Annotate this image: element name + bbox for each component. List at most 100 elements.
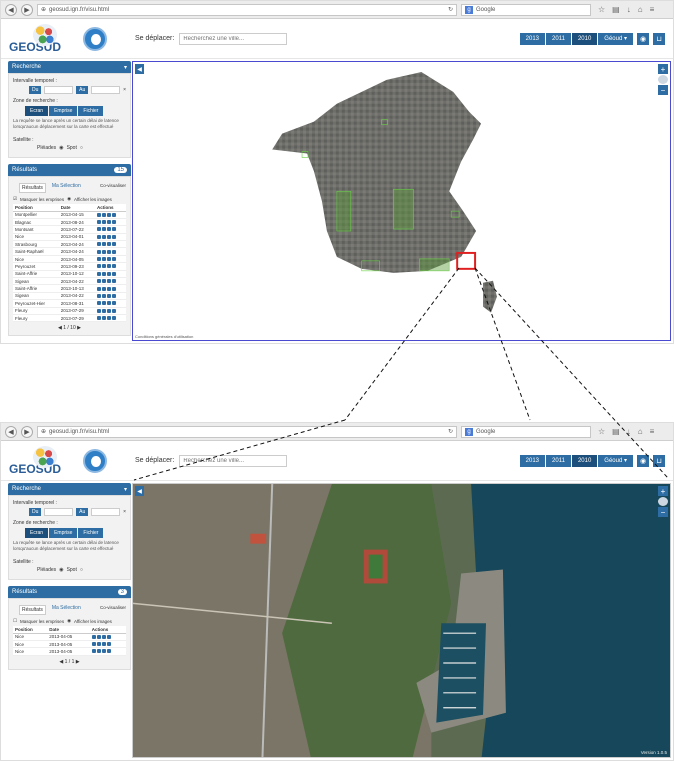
eye-icon[interactable] — [102, 286, 107, 291]
add-icon[interactable] — [112, 301, 117, 306]
info-icon[interactable] — [97, 286, 102, 291]
info-icon[interactable] — [97, 234, 102, 239]
eye-icon[interactable] — [102, 301, 107, 306]
city-search-input[interactable] — [179, 454, 288, 467]
info-icon[interactable] — [91, 649, 96, 654]
star-icon[interactable]: ☆ — [598, 427, 605, 436]
eye-icon[interactable] — [96, 649, 101, 654]
info-icon[interactable] — [97, 227, 102, 232]
search-panel-header[interactable]: Recherche ▾ — [8, 483, 131, 495]
table-row[interactable]: Saint-Affrie 2013-10-13 — [13, 284, 126, 293]
year-2013-button[interactable]: 2013 — [519, 32, 546, 45]
clipboard-icon[interactable]: ▤ — [612, 5, 620, 14]
download-icon[interactable] — [107, 257, 112, 262]
zone-emprise-button[interactable]: Emprise — [49, 106, 78, 116]
table-row[interactable]: Blagnac 2013-08-24 — [13, 218, 126, 227]
zone-emprise-button[interactable]: Emprise — [49, 528, 78, 538]
chevron-down-icon[interactable]: ▾ — [124, 64, 127, 71]
eye-icon[interactable] — [102, 220, 107, 225]
eye-icon[interactable] — [102, 212, 107, 217]
table-row[interactable]: Saint-Raphaël 2013-04-24 — [13, 247, 126, 256]
info-icon[interactable] — [97, 264, 102, 269]
table-row[interactable]: Strasbourg 2013-04-24 — [13, 240, 126, 249]
zoom-in-button[interactable]: + — [658, 64, 668, 74]
prev-page-icon[interactable]: ◀ — [58, 325, 62, 331]
menu-icon[interactable]: ≡ — [650, 427, 655, 436]
add-icon[interactable] — [112, 249, 117, 254]
table-row[interactable]: Montsant 2013-07-22 — [13, 225, 126, 234]
user-menu-button[interactable]: Géoud ▾ — [598, 454, 633, 467]
zoom-out-button[interactable]: − — [658, 85, 668, 95]
add-icon[interactable] — [112, 212, 117, 217]
download-icon[interactable] — [107, 220, 112, 225]
basket-icon[interactable]: ⊔ — [653, 454, 665, 467]
year-2010-button[interactable]: 2010 — [571, 32, 598, 45]
table-row[interactable]: Montpellier 2013-04-15 — [13, 211, 126, 219]
collapse-sidebar-icon[interactable]: ◀ — [135, 64, 144, 74]
add-icon[interactable] — [112, 234, 117, 239]
table-row[interactable]: Nice 2013-04-05 — [13, 633, 126, 641]
user-menu-button[interactable]: Géoud ▾ — [598, 32, 633, 45]
download-icon[interactable] — [107, 316, 112, 321]
zone-ecran-button[interactable]: Ecran — [25, 528, 49, 538]
table-row[interactable]: Peyrouzet 2013-09-23 — [13, 262, 126, 271]
tab-selection[interactable]: Ma Sélection — [52, 183, 81, 193]
eye-icon[interactable] — [102, 264, 107, 269]
add-icon[interactable] — [106, 649, 111, 654]
eye-icon[interactable] — [102, 257, 107, 262]
eye-icon[interactable] — [96, 642, 101, 647]
info-icon[interactable] — [91, 634, 96, 639]
city-search-input[interactable] — [179, 32, 288, 45]
info-icon[interactable] — [97, 293, 102, 298]
clipboard-icon[interactable]: ▤ — [612, 427, 620, 436]
eye-icon[interactable] — [102, 234, 107, 239]
eye-icon[interactable] — [102, 316, 107, 321]
download-icon[interactable] — [101, 642, 106, 647]
zoom-out-button[interactable]: − — [658, 507, 668, 517]
table-row[interactable]: Peyrouzet-Hier 2013-08-31 — [13, 299, 126, 308]
back-arrow-icon[interactable]: ◀ — [5, 425, 17, 438]
add-icon[interactable] — [112, 227, 117, 232]
from-date-field[interactable] — [44, 86, 74, 94]
download-icon[interactable] — [107, 293, 112, 298]
tab-results[interactable]: Résultats — [19, 183, 46, 193]
terms-link[interactable]: Conditions générales d'utilisation — [135, 334, 193, 339]
url-bar[interactable]: ⊕ geosud.ign.fr/visu.html ↻ — [37, 425, 457, 438]
eye-icon[interactable]: ◉ — [637, 454, 649, 467]
search-panel-header[interactable]: Recherche ▾ — [8, 61, 131, 73]
download-icon[interactable] — [107, 227, 112, 232]
url-bar[interactable]: ⊕ geosud.ign.fr/visu.html ↻ — [37, 3, 457, 16]
info-icon[interactable] — [97, 242, 102, 247]
star-icon[interactable]: ☆ — [598, 5, 605, 14]
zoom-in-button[interactable]: + — [658, 486, 668, 496]
download-icon[interactable] — [107, 264, 112, 269]
mask-checkbox[interactable]: ☐ — [13, 618, 17, 624]
add-icon[interactable] — [112, 316, 117, 321]
add-icon[interactable] — [112, 242, 117, 247]
menu-icon[interactable]: ≡ — [650, 5, 655, 14]
year-2013-button[interactable]: 2013 — [519, 454, 546, 467]
browser-search[interactable]: g Google — [461, 425, 591, 438]
table-row[interactable]: Sigean 2013-04-22 — [13, 277, 126, 286]
add-icon[interactable] — [112, 293, 117, 298]
download-icon[interactable] — [107, 279, 112, 284]
add-icon[interactable] — [112, 279, 117, 284]
download-icon[interactable] — [107, 301, 112, 306]
eye-icon[interactable] — [102, 293, 107, 298]
add-icon[interactable] — [112, 271, 117, 276]
eye-icon[interactable] — [102, 271, 107, 276]
add-icon[interactable] — [112, 308, 117, 313]
table-row[interactable]: Fleury 2013-07-29 — [13, 314, 126, 323]
clear-icon[interactable]: × — [123, 87, 126, 93]
next-page-icon[interactable]: ▶ — [77, 325, 81, 331]
download-icon[interactable] — [107, 308, 112, 313]
download-icon[interactable] — [107, 234, 112, 239]
download-icon[interactable] — [107, 249, 112, 254]
info-icon[interactable] — [97, 279, 102, 284]
table-row[interactable]: Nice 2013-04-01 — [13, 233, 126, 242]
download-icon[interactable] — [107, 242, 112, 247]
table-row[interactable]: Fleury 2013-07-29 — [13, 307, 126, 315]
co-visualise-checkbox[interactable]: Co-visualiser — [100, 605, 126, 615]
eye-icon[interactable] — [102, 308, 107, 313]
home-icon[interactable]: ⌂ — [638, 427, 643, 436]
